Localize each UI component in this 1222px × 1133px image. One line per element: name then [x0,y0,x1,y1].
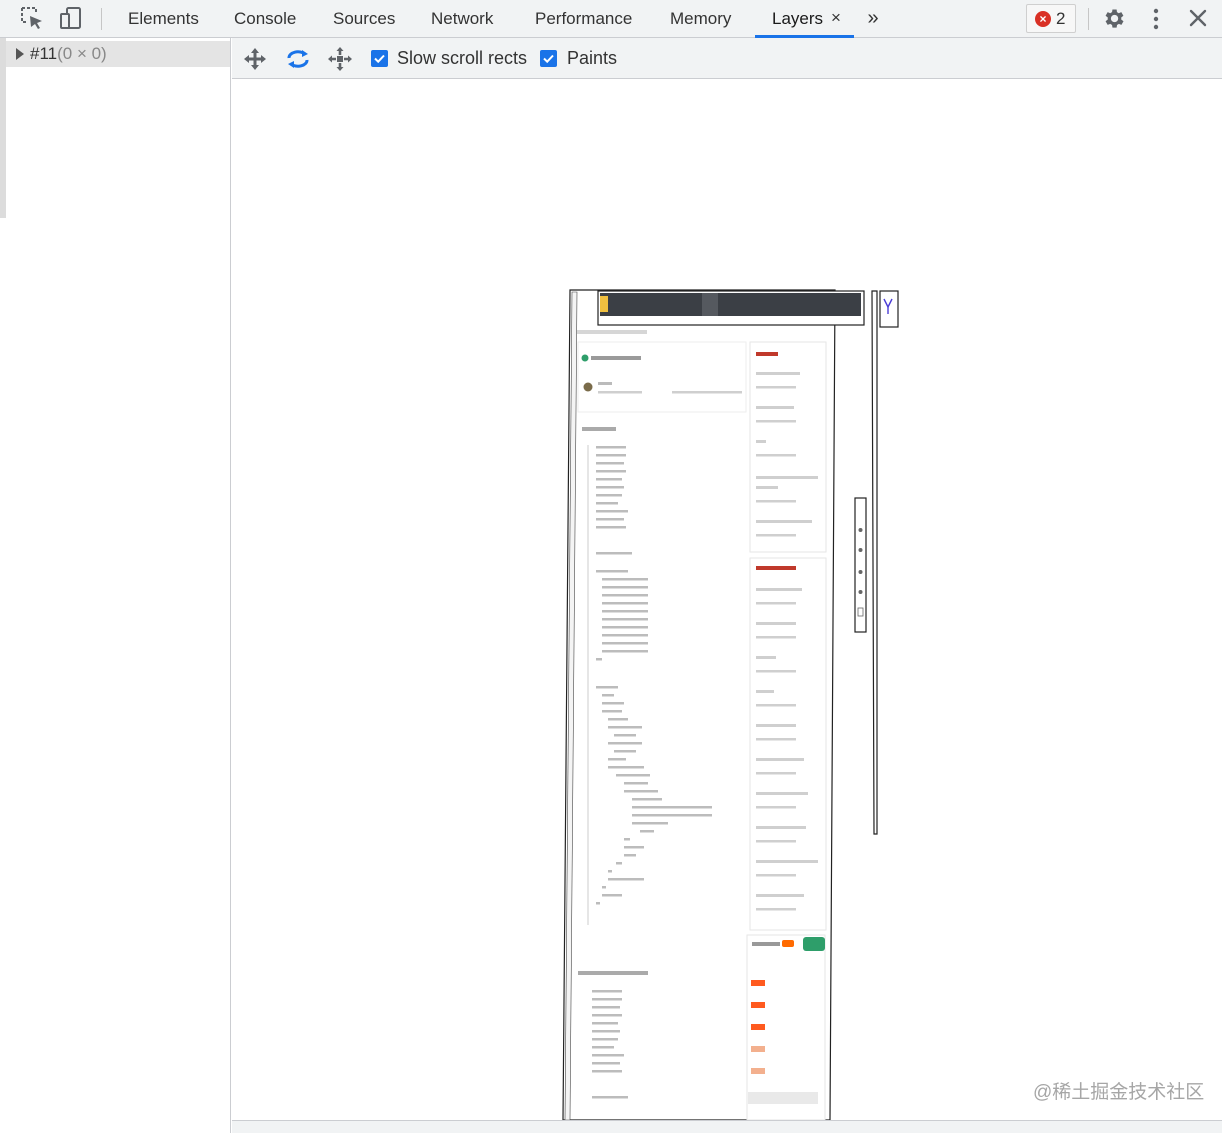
paints-label[interactable]: Paints [567,47,617,69]
kebab-menu-icon[interactable] [1148,7,1164,31]
toolbar-separator [1088,8,1089,30]
gear-icon[interactable] [1101,6,1126,31]
layer-tree-row[interactable]: #11(0 × 0) [6,41,230,67]
layer-name: #11 [30,44,58,63]
viewport-bottom-bar [232,1120,1222,1133]
layer-label: #11(0 × 0) [30,44,107,64]
reset-transform-icon[interactable] [327,46,353,72]
expand-caret-icon[interactable] [16,48,24,60]
close-icon[interactable] [1187,7,1209,29]
paints-checkbox[interactable] [540,50,557,67]
pan-mode-icon[interactable] [242,46,268,72]
tab-layers-close-icon[interactable]: × [829,7,843,29]
error-counter-button[interactable]: × 2 [1026,4,1076,33]
tab-network[interactable]: Network [431,0,493,38]
tab-sources[interactable]: Sources [333,0,395,38]
layer-size: (0 × 0) [57,44,107,63]
tab-console[interactable]: Console [234,0,296,38]
layer-rendering [562,289,899,1120]
device-toolbar-icon[interactable] [58,5,84,31]
tab-memory[interactable]: Memory [670,0,731,38]
tab-performance[interactable]: Performance [535,0,632,38]
devtools-tab-bar: Elements Console Sources Network Perform… [0,0,1222,38]
tab-elements[interactable]: Elements [128,0,199,38]
tab-layers[interactable]: Layers [772,0,823,38]
rotate-mode-icon[interactable] [285,46,311,72]
inspect-element-icon[interactable] [19,5,45,31]
error-count: 2 [1056,9,1066,28]
watermark-text: @稀土掘金技术社区 [1033,1082,1205,1103]
layer-tree-panel: #11(0 × 0) [0,38,231,1133]
slow-scroll-rects-checkbox[interactable] [371,50,388,67]
slow-scroll-rects-label[interactable]: Slow scroll rects [397,47,527,69]
toolbar-separator [101,8,102,30]
layers-toolbar: Slow scroll rects Paints [232,38,1222,79]
devtools-window: Elements Console Sources Network Perform… [0,0,1222,1133]
layers-3d-viewport[interactable] [232,80,1222,1120]
error-icon: × [1035,11,1051,27]
more-tabs-icon[interactable]: » [864,6,882,30]
